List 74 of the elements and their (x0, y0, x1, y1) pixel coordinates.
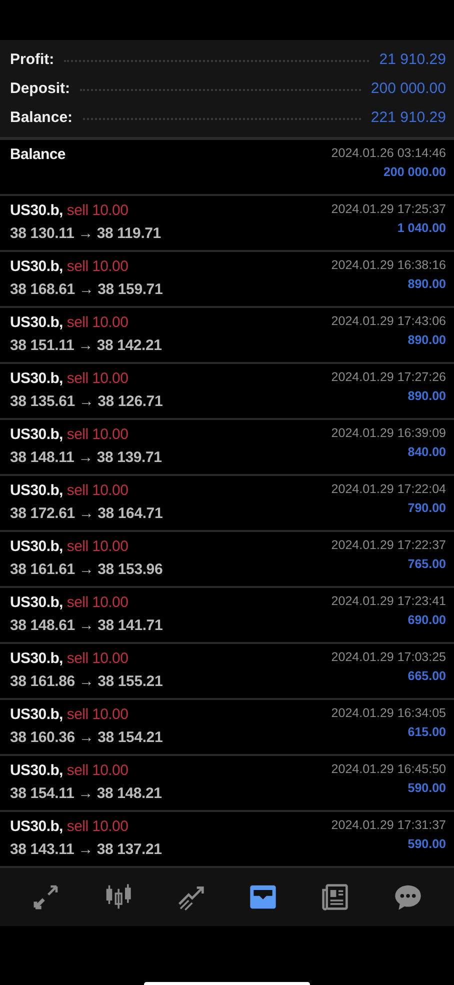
chat-bubble-icon (394, 883, 422, 911)
deal-prices: 38 154.11 → 38 148.21 (10, 784, 162, 804)
deal-profit: 890.00 (406, 332, 446, 349)
deal-type: sell 10.00 (66, 593, 128, 613)
deal-prices: 38 160.36 → 38 154.21 (10, 728, 163, 748)
deal-time: 2024.01.29 17:43:06 (331, 313, 446, 330)
deal-prices: 38 143.11 → 38 137.21 (10, 840, 162, 860)
deal-profit: 665.00 (406, 668, 446, 685)
deal-symbol: US30.b, (10, 369, 63, 389)
deal-prices: 38 168.61 → 38 159.71 (10, 280, 163, 300)
deal-symbol: US30.b, (10, 201, 63, 221)
summary-value: 200 000.00 (370, 79, 446, 100)
deal-profit: 690.00 (406, 612, 446, 629)
deal-time: 2024.01.29 16:34:05 (331, 705, 446, 722)
summary-value: 221 910.29 (370, 108, 446, 128)
deal-prices: 38 161.86 → 38 155.21 (10, 672, 163, 692)
deal-time: 2024.01.29 17:22:37 (331, 537, 446, 554)
entry-title: Balance (10, 145, 66, 165)
deal-time: 2024.01.29 17:25:37 (331, 201, 446, 218)
deal-profit: 890.00 (406, 276, 446, 293)
deal-prices: 38 161.61 → 38 153.96 (10, 560, 163, 580)
deal-type: sell 10.00 (66, 425, 128, 445)
deal-profit: 790.00 (406, 500, 446, 517)
deal-type: sell 10.00 (66, 313, 128, 333)
deal-profit: 615.00 (406, 724, 446, 741)
deal-profit: 590.00 (406, 780, 446, 797)
deal-profit: 840.00 (406, 444, 446, 461)
deal-type: sell 10.00 (66, 649, 128, 669)
deal-type: sell 10.00 (66, 537, 128, 557)
summary-label: Profit: (10, 50, 54, 70)
deal-symbol: US30.b, (10, 761, 63, 781)
deal-time: 2024.01.29 17:03:25 (331, 649, 446, 666)
candlestick-icon (104, 883, 132, 911)
deal-time: 2024.01.29 16:38:16 (331, 257, 446, 274)
deal-prices: 38 151.11 → 38 142.21 (10, 336, 162, 356)
deal-time: 2024.01.29 17:27:26 (331, 369, 446, 386)
deal-symbol: US30.b, (10, 705, 63, 725)
deal-type: sell 10.00 (66, 257, 128, 277)
deal-profit: 1 040.00 (396, 220, 446, 237)
summary-label: Deposit: (10, 79, 70, 100)
deal-type: sell 10.00 (66, 817, 128, 837)
deal-symbol: US30.b, (10, 425, 63, 445)
deal-type: sell 10.00 (66, 201, 128, 221)
deal-symbol: US30.b, (10, 817, 63, 837)
deal-symbol: US30.b, (10, 257, 63, 277)
deal-symbol: US30.b, (10, 649, 63, 669)
newspaper-icon (321, 883, 350, 911)
trade-arrows-icon (32, 883, 60, 911)
deal-symbol: US30.b, (10, 313, 63, 333)
deal-prices: 38 130.11 → 38 119.71 (10, 224, 161, 244)
deal-time: 2024.01.29 16:45:50 (331, 761, 446, 778)
deal-type: sell 10.00 (66, 761, 128, 781)
summary-label: Balance: (10, 108, 73, 128)
deal-prices: 38 172.61 → 38 164.71 (10, 504, 163, 524)
deal-time: 2024.01.29 17:31:37 (331, 817, 446, 834)
deal-symbol: US30.b, (10, 593, 63, 613)
entry-time: 2024.01.26 03:14:46 (331, 145, 446, 162)
inbox-icon (249, 883, 278, 911)
deal-profit: 765.00 (406, 556, 446, 573)
entry-amount: 200 000.00 (382, 164, 446, 181)
deal-symbol: US30.b, (10, 481, 63, 501)
deal-time: 2024.01.29 17:23:41 (331, 593, 446, 610)
deal-type: sell 10.00 (66, 369, 128, 389)
deal-profit: 890.00 (406, 388, 446, 405)
deal-type: sell 10.00 (66, 705, 128, 725)
summary-value: 21 910.29 (379, 50, 446, 70)
deal-type: sell 10.00 (66, 481, 128, 501)
deal-time: 2024.01.29 16:39:09 (331, 425, 446, 442)
deal-time: 2024.01.29 17:22:04 (331, 481, 446, 498)
deal-prices: 38 148.11 → 38 139.71 (10, 448, 162, 468)
deal-prices: 38 148.61 → 38 141.71 (10, 616, 163, 636)
deal-prices: 38 135.61 → 38 126.71 (10, 392, 163, 412)
deal-profit: 590.00 (406, 836, 446, 853)
deal-symbol: US30.b, (10, 537, 63, 557)
